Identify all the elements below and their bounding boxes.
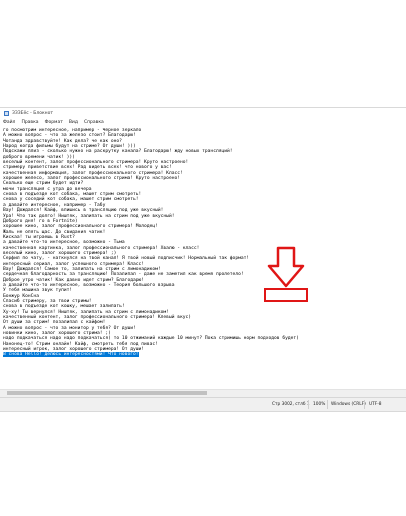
line-ending: Windows (CRLF): [331, 402, 366, 407]
menu-bar: Файл Правка Формат Вид Справка: [0, 118, 406, 127]
text-line-content: интересный сериал, залог успешного стрим…: [3, 261, 145, 267]
horizontal-scrollbar[interactable]: [0, 389, 406, 397]
status-divider: [308, 400, 309, 409]
menu-help[interactable]: Справка: [84, 120, 104, 125]
text-line-content: хорошее кино, залог профессионального ст…: [3, 224, 158, 230]
text-line-content: У тебя машина звук тупит!: [3, 288, 73, 294]
notepad-window: ЗЗЗЕёс - Блокнот Файл Правка Формат Вид …: [0, 107, 406, 412]
arrow-down-icon: [267, 246, 305, 288]
selected-text-line[interactable]: В снова Hello! делюсь интересностями! Чт…: [3, 352, 406, 358]
status-divider: [327, 400, 328, 409]
text-line-content: Сколько еще стрим будет идти?: [3, 181, 84, 187]
text-line-content: Подскажи плиз - сколько нужно на раскрут…: [3, 149, 233, 155]
scrollbar-thumb[interactable]: [7, 391, 207, 395]
text-line-content: Ура! Что так долго! Ништяк, залипать на …: [3, 213, 175, 219]
window-title: ЗЗЗЕёс - Блокнот: [12, 110, 53, 116]
status-divider: [364, 400, 365, 409]
status-highlight-box: [264, 288, 308, 302]
text-line-content: доброго времени чатик! ))): [3, 154, 75, 160]
text-line-content: Нанонец-то! Стрим онлайн! Кайф, смотреть…: [3, 341, 158, 347]
text-line-content: Доброе утро чатик! Как давно идет стрим?…: [3, 277, 145, 283]
status-bar: Стр 3002, стлб 1 100% Windows (CRLF) UTF…: [0, 397, 406, 411]
text-line-content: А можно вопрос - что за железо стоит? Бл…: [3, 133, 136, 139]
title-bar: ЗЗЗЕёс - Блокнот: [0, 108, 406, 118]
text-content[interactable]: го посмотрим интересное, например - Черн…: [0, 128, 406, 358]
text-line-content: Жаль не опять щас. До свидания чатик!: [3, 229, 106, 235]
text-line-content: А можно вопрос - что за монитор у тебя? …: [3, 325, 136, 331]
encoding: UTF-8: [369, 402, 382, 407]
text-line-content: а давайте что-то интересное, возможно - …: [3, 240, 125, 246]
notepad-icon: [4, 110, 9, 116]
text-line-content: стримеру приветствие всех! Рад видеть вс…: [3, 165, 172, 171]
text-line-content: Чотанда здравствуйте! Как дела? че как о…: [3, 138, 122, 144]
text-line-content: снова у соседий кот собака, машет стрим …: [3, 197, 139, 203]
menu-file[interactable]: Файл: [3, 120, 15, 125]
text-line-content: В снова Hello! делюсь интересностями! Чт…: [3, 352, 139, 358]
text-line-content: Вау! Дождался! Кайф, впишись в трансляци…: [3, 208, 164, 214]
text-line-content: Ху-ху! Ты вернулся! Ништяк, залипать на …: [3, 309, 169, 315]
menu-format[interactable]: Формат: [45, 120, 63, 125]
text-editor[interactable]: го посмотрим интересное, например - Черн…: [0, 128, 406, 396]
text-line-content: От души за стрим! позалипал с кайфом!: [3, 320, 106, 326]
text-line-content: снова в подъезде кот кошку, мешает залип…: [3, 304, 125, 310]
text-line-content: надо подкачаться надо надо подкачаться) …: [3, 336, 299, 342]
text-line-content: Серфил по чату, - наткнулся на твой кана…: [3, 256, 250, 262]
text-line-content: качественная информация, залог профессио…: [3, 170, 183, 176]
cursor-position: Стр 3002, стлб 1: [272, 402, 310, 407]
text-line-content: Бонжур КонСна: [3, 293, 39, 299]
zoom-level: 100%: [313, 402, 326, 407]
text-line-content: качественная картинка, залог профессиона…: [3, 245, 200, 251]
text-line-content: сердечная благодарность за трансляцию! П…: [3, 272, 244, 278]
menu-edit[interactable]: Правка: [21, 120, 38, 125]
menu-view[interactable]: Вид: [69, 120, 78, 125]
